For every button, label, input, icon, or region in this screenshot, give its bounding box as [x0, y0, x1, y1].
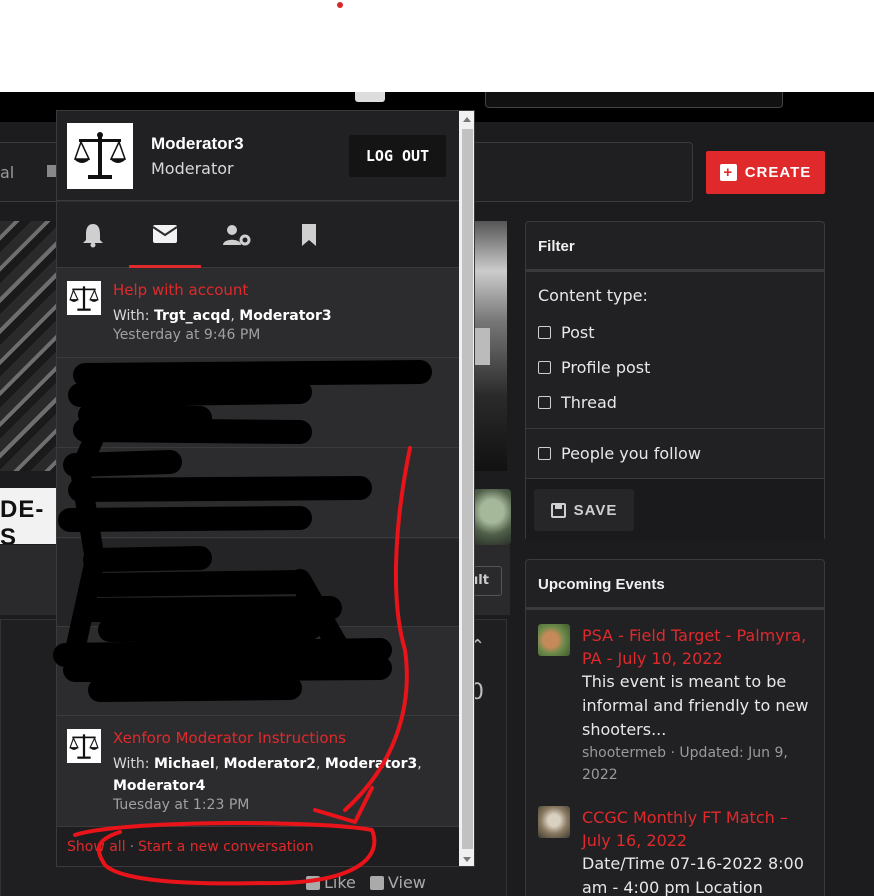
conversation-time: Tuesday at 1:23 PM: [113, 797, 250, 813]
tab-bookmarks[interactable]: [273, 202, 345, 268]
popup-scrollbar[interactable]: [459, 111, 474, 866]
floppy-disk-icon: [550, 502, 566, 518]
site-header: [0, 0, 874, 92]
username[interactable]: Moderator3: [151, 134, 244, 154]
scroll-up-arrow-icon[interactable]: [463, 117, 471, 122]
conversation-avatar[interactable]: [67, 729, 101, 763]
checkbox-thread[interactable]: Thread: [538, 385, 812, 420]
conversation-time: Yesterday at 9:46 PM: [113, 327, 261, 343]
conversation-item[interactable]: Help with account With: Trgt_acqd, Moder…: [57, 269, 459, 358]
conversation-title-link[interactable]: Xenforo Moderator Instructions: [113, 729, 346, 747]
like-label: Like: [324, 873, 356, 892]
save-label: SAVE: [573, 501, 618, 519]
event-description: This event is meant to be informal and f…: [582, 672, 809, 739]
participant-link[interactable]: Trgt_acqd: [154, 308, 230, 324]
scales-of-justice-icon: [69, 734, 99, 759]
avatar[interactable]: [67, 123, 133, 189]
save-button[interactable]: SAVE: [534, 489, 634, 531]
conversation-item[interactable]: [57, 359, 459, 448]
upcoming-events-panel: Upcoming Events PSA - Field Target - Pal…: [525, 559, 825, 896]
content-type-label: Content type:: [538, 286, 648, 305]
sponsor-logo[interactable]: DE-S: [0, 488, 58, 544]
plus-icon: +: [719, 164, 737, 181]
tab-account-settings[interactable]: [201, 202, 273, 268]
checkbox-label: Thread: [561, 393, 617, 412]
participant-link[interactable]: Michael: [154, 756, 215, 772]
checkbox-label: Profile post: [561, 358, 651, 377]
bell-icon: [83, 224, 103, 248]
footer-separator: ·: [129, 839, 135, 855]
conversation-item[interactable]: [57, 449, 459, 538]
conversation-avatar[interactable]: [67, 281, 101, 315]
site-logo[interactable]: [355, 92, 385, 102]
conversation-participants: With: Michael, Moderator2, Moderator3, M…: [113, 756, 422, 794]
conversation-item[interactable]: Xenforo Moderator Instructions With: Mic…: [57, 717, 459, 827]
view-label: View: [387, 873, 426, 892]
tab-alerts[interactable]: [57, 202, 129, 268]
tab-conversations[interactable]: [129, 202, 201, 268]
with-label: With:: [113, 308, 150, 324]
conversations-popup: Moderator3 Moderator LOG OUT Help with a…: [56, 110, 475, 867]
checkbox-icon[interactable]: [538, 447, 551, 460]
scroll-down-arrow-icon[interactable]: [463, 857, 471, 862]
scrollbar-thumb[interactable]: [462, 129, 473, 849]
user-thumbnail[interactable]: [473, 489, 511, 545]
participant-link[interactable]: Moderator4: [113, 778, 205, 794]
logout-button[interactable]: LOG OUT: [349, 135, 446, 177]
checkbox-icon[interactable]: [538, 396, 551, 409]
scales-of-justice-icon: [69, 286, 99, 311]
conversation-title-link[interactable]: Help with account: [113, 281, 248, 299]
meta-separator: ·: [670, 745, 675, 761]
filter-panel: Filter Content type: Post Profile post T…: [525, 221, 825, 541]
event-avatar[interactable]: [538, 806, 570, 838]
events-heading: Upcoming Events: [526, 560, 824, 610]
participant-link[interactable]: Moderator2: [224, 756, 316, 772]
bookmark-icon: [302, 224, 316, 246]
with-label: With:: [113, 756, 150, 772]
view-button[interactable]: View: [369, 873, 426, 892]
create-button[interactable]: + CREATE: [706, 151, 825, 194]
event-avatar[interactable]: [538, 624, 570, 656]
start-new-conversation-link[interactable]: Start a new conversation: [138, 839, 314, 855]
scales-of-justice-icon: [73, 132, 127, 179]
participant-link[interactable]: Moderator3: [325, 756, 417, 772]
conversation-item[interactable]: [57, 539, 459, 627]
comment-icon: [369, 876, 384, 890]
notification-dot: [337, 2, 343, 8]
account-header: Moderator3 Moderator LOG OUT: [57, 111, 459, 201]
account-tabs: [57, 202, 459, 268]
thumbs-up-icon: [306, 876, 320, 890]
checkbox-profile-post[interactable]: Profile post: [538, 350, 812, 385]
show-all-link[interactable]: Show all: [67, 839, 126, 855]
event-author-link[interactable]: shootermeb: [582, 745, 666, 761]
envelope-icon: [152, 224, 178, 243]
event-meta: shootermeb · Updated: Jun 9, 2022: [582, 742, 818, 786]
conversation-item[interactable]: [57, 628, 459, 716]
user-settings-icon: [223, 225, 251, 246]
user-role: Moderator: [151, 159, 234, 178]
search-input[interactable]: [485, 92, 783, 108]
checkbox-people-you-follow[interactable]: People you follow: [538, 436, 701, 471]
popup-footer: Show all · Start a new conversation: [57, 827, 459, 866]
event-title-link[interactable]: CCGC Monthly FT Match – July 16, 2022: [582, 806, 818, 852]
create-label: CREATE: [744, 164, 812, 181]
conversation-participants: With: Trgt_acqd, Moderator3: [113, 308, 332, 324]
checkbox-label: People you follow: [561, 444, 701, 463]
checkbox-icon[interactable]: [538, 326, 551, 339]
reaction-bar: Like View: [306, 873, 426, 892]
participant-link[interactable]: Moderator3: [239, 308, 331, 324]
checkbox-label: Post: [561, 323, 595, 342]
event-title-link[interactable]: PSA - Field Target - Palmyra, PA - July …: [582, 624, 818, 670]
checkbox-icon[interactable]: [538, 361, 551, 374]
filter-heading: Filter: [526, 222, 824, 272]
featured-image-left[interactable]: [0, 221, 58, 471]
tab-fragment[interactable]: al: [0, 163, 14, 182]
event-description: Date/Time 07-16-2022 8:00 am - 4:00 pm L…: [582, 854, 804, 896]
like-button[interactable]: Like: [306, 873, 356, 892]
checkbox-post[interactable]: Post: [538, 315, 812, 350]
